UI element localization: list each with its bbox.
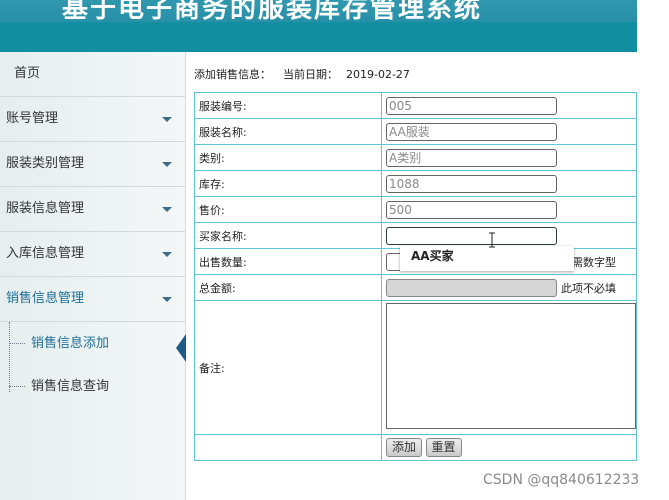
sidebar-item-home[interactable]: 首页 xyxy=(0,52,185,97)
price-input[interactable]: 500 xyxy=(386,200,557,219)
app-title: 基于电子商务的服装库存管理系统 xyxy=(62,0,483,24)
chevron-down-icon xyxy=(162,252,172,257)
field-label: 出售数量: xyxy=(194,248,382,275)
sale-form: 服装编号: 005 服装名称: AA服装 类别: A类别 库存: 1088 售价… xyxy=(194,92,637,461)
chevron-down-icon xyxy=(162,207,172,212)
page-info: 添加销售信息： 当前日期： 2019-02-27 xyxy=(194,66,410,82)
form-row-price: 售价: 500 xyxy=(194,196,637,223)
date-label: 当前日期： xyxy=(283,68,338,81)
sidebar-subitem-add-sale[interactable]: 销售信息添加 xyxy=(0,322,185,365)
sidebar-item-stock-in[interactable]: 入库信息管理 xyxy=(0,232,185,277)
form-row-actions: 添加 重置 xyxy=(194,434,637,461)
header-band xyxy=(0,22,637,52)
autocomplete-option[interactable]: AA买家 xyxy=(400,246,574,271)
field-label: 类别: xyxy=(194,144,382,171)
buyer-input[interactable] xyxy=(386,226,557,245)
sidebar-item-sales[interactable]: 销售信息管理 xyxy=(0,277,185,322)
window-edge xyxy=(637,0,669,500)
sales-submenu: 销售信息添加 销售信息查询 xyxy=(0,322,186,416)
code-input[interactable]: 005 xyxy=(386,96,557,115)
selected-indicator-icon xyxy=(176,334,186,362)
form-row-category: 类别: A类别 xyxy=(194,144,637,171)
sidebar-item-label: 首页 xyxy=(14,66,41,81)
chevron-down-icon xyxy=(162,297,172,302)
field-label: 备注: xyxy=(194,300,382,435)
field-label: 买家名称: xyxy=(194,222,382,249)
form-row-stock: 库存: 1088 xyxy=(194,170,637,197)
sidebar-subitem-label: 销售信息添加 xyxy=(31,336,110,351)
sidebar-item-clothing[interactable]: 服装信息管理 xyxy=(0,187,185,232)
text-cursor-icon xyxy=(489,232,495,248)
sidebar-subitem-query-sale[interactable]: 销售信息查询 xyxy=(0,365,185,408)
main-content: 添加销售信息： 当前日期： 2019-02-27 服装编号: 005 服装名称: A… xyxy=(187,52,637,500)
watermark: CSDN @qq840612233 xyxy=(483,472,640,488)
remark-textarea[interactable] xyxy=(386,303,636,429)
form-row-total: 总金额: 此项不必填 xyxy=(194,274,637,301)
reset-button[interactable]: 重置 xyxy=(425,438,462,457)
total-input xyxy=(386,278,557,297)
field-label: 服装编号: xyxy=(194,92,382,119)
chevron-down-icon xyxy=(162,162,172,167)
sidebar-item-label: 服装信息管理 xyxy=(6,201,85,216)
stock-input[interactable]: 1088 xyxy=(386,174,557,193)
page-title: 添加销售信息： xyxy=(194,68,271,81)
field-label: 库存: xyxy=(194,170,382,197)
form-row-remark: 备注: xyxy=(194,300,637,435)
sidebar-item-account[interactable]: 账号管理 xyxy=(0,97,185,142)
field-label: 售价: xyxy=(194,196,382,223)
form-row-buyer: 买家名称: xyxy=(194,222,637,249)
date-value: 2019-02-27 xyxy=(346,68,410,81)
field-label: 服装名称: xyxy=(194,118,382,145)
sidebar: 首页 账号管理 服装类别管理 服装信息管理 入库信息管理 销售信息管理 销售信息… xyxy=(0,52,186,500)
sidebar-item-category[interactable]: 服装类别管理 xyxy=(0,142,185,187)
add-button[interactable]: 添加 xyxy=(386,438,423,457)
total-hint: 此项不必填 xyxy=(561,281,616,295)
sidebar-item-label: 入库信息管理 xyxy=(6,246,85,261)
field-label: 总金额: xyxy=(194,274,382,301)
app-header: 基于电子商务的服装库存管理系统 xyxy=(0,0,637,52)
category-input[interactable]: A类别 xyxy=(386,148,557,167)
sidebar-item-label: 账号管理 xyxy=(6,111,59,126)
form-row-code: 服装编号: 005 xyxy=(194,92,637,119)
sidebar-subitem-label: 销售信息查询 xyxy=(31,379,110,394)
sidebar-item-label: 销售信息管理 xyxy=(6,291,85,306)
sidebar-item-label: 服装类别管理 xyxy=(6,156,85,171)
form-row-name: 服装名称: AA服装 xyxy=(194,118,637,145)
name-input[interactable]: AA服装 xyxy=(386,122,557,141)
chevron-down-icon xyxy=(162,117,172,122)
